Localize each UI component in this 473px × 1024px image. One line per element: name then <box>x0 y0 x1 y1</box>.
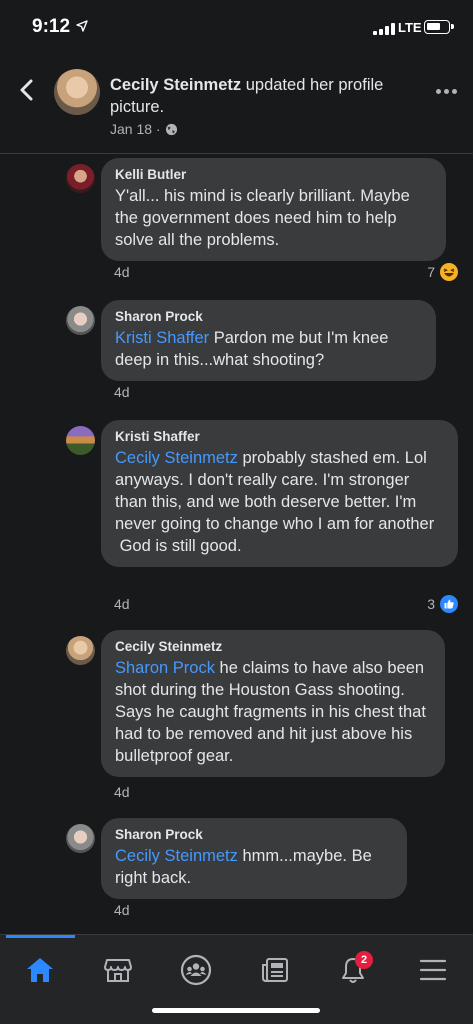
notification-badge: 2 <box>355 951 373 969</box>
mention-link[interactable]: Cecily Steinmetz <box>115 847 238 865</box>
comment-time[interactable]: 4d <box>114 902 130 918</box>
tab-menu[interactable] <box>408 945 458 995</box>
comment-time[interactable]: 4d <box>114 264 130 280</box>
post-header: Cecily Steinmetz updated her profile pic… <box>0 56 473 154</box>
menu-icon <box>419 959 447 981</box>
comment-time[interactable]: 4d <box>114 596 130 612</box>
tab-news[interactable] <box>250 945 300 995</box>
commenter-name[interactable]: Kristi Shaffer <box>115 428 444 445</box>
haha-emoji-icon <box>440 263 458 281</box>
reaction-count[interactable]: 7 <box>427 262 459 282</box>
more-options-icon[interactable] <box>436 89 457 94</box>
tab-groups[interactable] <box>171 945 221 995</box>
commenter-name[interactable]: Kelli Butler <box>115 166 432 183</box>
marketplace-icon <box>104 959 132 982</box>
avatar[interactable] <box>66 164 95 193</box>
network-label: LTE <box>398 20 422 35</box>
battery-icon <box>424 20 454 34</box>
location-arrow-icon <box>76 20 88 32</box>
back-icon[interactable] <box>16 76 38 104</box>
groups-icon <box>180 954 212 986</box>
post-date[interactable]: Jan 18 · <box>110 121 161 137</box>
reaction-number: 3 <box>427 596 435 612</box>
commenter-name[interactable]: Sharon Prock <box>115 308 422 325</box>
comment-text: Cecily Steinmetz hmm...maybe. Be right b… <box>115 845 393 889</box>
screen: 9:12 LTE Cecily Steinmetz updated her pr… <box>0 0 473 1024</box>
comment-time[interactable]: 4d <box>114 784 130 800</box>
home-indicator[interactable] <box>152 1008 320 1013</box>
tab-marketplace[interactable] <box>93 945 143 995</box>
status-bar: 9:12 LTE <box>0 0 473 56</box>
post-meta: Jan 18 · <box>110 121 178 137</box>
avatar[interactable] <box>66 426 95 455</box>
avatar[interactable] <box>66 824 95 853</box>
status-time: 9:12 <box>32 16 71 37</box>
comment-bubble[interactable]: Sharon Prock Kristi Shaffer Pardon me bu… <box>101 300 436 381</box>
post-title: Cecily Steinmetz updated her profile pic… <box>110 74 410 118</box>
author-name[interactable]: Cecily Steinmetz <box>110 76 241 94</box>
reaction-count[interactable]: 3 <box>427 594 459 614</box>
active-tab-indicator <box>6 935 75 938</box>
comment-bubble[interactable]: Sharon Prock Cecily Steinmetz hmm...mayb… <box>101 818 407 899</box>
comment-text: Y'all... his mind is clearly brilliant. … <box>115 187 415 249</box>
home-icon <box>27 958 53 982</box>
avatar[interactable] <box>54 69 100 115</box>
comment-bubble[interactable]: Kristi Shaffer Cecily Steinmetz probably… <box>101 420 458 567</box>
avatar[interactable] <box>66 636 95 665</box>
comment-bubble[interactable]: Kelli Butler Y'all... his mind is clearl… <box>101 158 446 261</box>
reaction-number: 7 <box>427 264 435 280</box>
comment-text: Sharon Prock he claims to have also been… <box>115 657 431 767</box>
commenter-name[interactable]: Sharon Prock <box>115 826 393 843</box>
mention-link[interactable]: Sharon Prock <box>115 659 215 677</box>
comment-text: Cecily Steinmetz probably stashed em. Lo… <box>115 447 444 557</box>
signal-icon <box>373 23 395 35</box>
mention-link[interactable]: Kristi Shaffer <box>115 329 209 347</box>
avatar[interactable] <box>66 306 95 335</box>
comment-time[interactable]: 4d <box>114 384 130 400</box>
news-icon <box>262 958 288 982</box>
comment-bubble[interactable]: Cecily Steinmetz Sharon Prock he claims … <box>101 630 445 777</box>
commenter-name[interactable]: Cecily Steinmetz <box>115 638 431 655</box>
like-icon <box>440 595 458 613</box>
globe-icon <box>165 123 177 135</box>
comment-text: Kristi Shaffer Pardon me but I'm knee de… <box>115 327 422 371</box>
tab-notifications[interactable]: 2 <box>328 945 378 995</box>
mention-link[interactable]: Cecily Steinmetz <box>115 449 238 467</box>
tab-home[interactable] <box>15 945 65 995</box>
